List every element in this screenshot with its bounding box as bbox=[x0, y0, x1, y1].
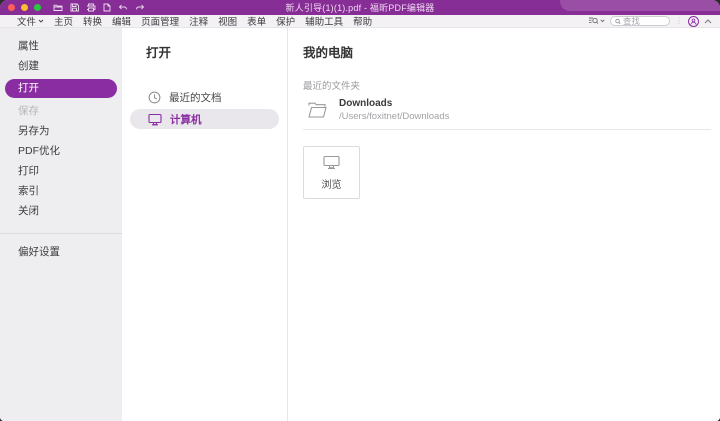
menubar-right-controls: ⋮ bbox=[588, 16, 712, 27]
backstage-view: 属性 创建 打开 保存 另存为 PDF优化 打印 索引 关闭 偏好设置 打开 最… bbox=[0, 28, 720, 421]
new-document-icon[interactable] bbox=[103, 3, 111, 12]
menu-tab-convert[interactable]: 转换 bbox=[79, 14, 106, 28]
menu-tab-help[interactable]: 帮助 bbox=[349, 14, 376, 28]
sidebar-item-print[interactable]: 打印 bbox=[0, 161, 122, 181]
my-computer-title: 我的电脑 bbox=[303, 42, 711, 61]
sidebar-item-open[interactable]: 打开 bbox=[5, 79, 117, 98]
menu-tab-form[interactable]: 表单 bbox=[243, 14, 270, 28]
menu-tab-comment[interactable]: 注释 bbox=[185, 14, 212, 28]
menu-tab-protect[interactable]: 保护 bbox=[272, 14, 299, 28]
my-computer-panel: 我的电脑 最近的文件夹 Downloads /Users/foxitnet/Do… bbox=[288, 28, 720, 421]
browse-button[interactable]: 浏览 bbox=[303, 146, 360, 199]
folder-icon bbox=[307, 101, 328, 119]
browse-label: 浏览 bbox=[322, 176, 342, 191]
sidebar-item-index[interactable]: 索引 bbox=[0, 181, 122, 201]
open-panel-title: 打开 bbox=[122, 42, 287, 61]
account-avatar-icon[interactable] bbox=[688, 16, 699, 27]
find-settings-icon[interactable] bbox=[588, 16, 605, 26]
app-window: 新人引导(1)(1).pdf - 福昕PDF编辑器 文件 主页 转换 编辑 页面… bbox=[0, 0, 720, 421]
menu-tab-edit[interactable]: 编辑 bbox=[108, 14, 135, 28]
sidebar-item-properties[interactable]: 属性 bbox=[0, 36, 122, 56]
menu-tab-home[interactable]: 主页 bbox=[50, 14, 77, 28]
sidebar-item-pdf-optimize[interactable]: PDF优化 bbox=[0, 141, 122, 161]
menu-tab-accessibility-tools[interactable]: 辅助工具 bbox=[301, 14, 347, 28]
menu-tab-file[interactable]: 文件 bbox=[13, 14, 48, 28]
recent-folder-downloads[interactable]: Downloads /Users/foxitnet/Downloads bbox=[303, 92, 711, 130]
file-menu-sidebar: 属性 创建 打开 保存 另存为 PDF优化 打印 索引 关闭 偏好设置 bbox=[0, 28, 122, 421]
sidebar-item-save: 保存 bbox=[0, 101, 122, 121]
sidebar-divider bbox=[0, 233, 122, 234]
folder-name: Downloads bbox=[339, 98, 449, 109]
save-icon[interactable] bbox=[70, 3, 79, 12]
menu-bar: 文件 主页 转换 编辑 页面管理 注释 视图 表单 保护 辅助工具 帮助 ⋮ bbox=[0, 15, 720, 28]
traffic-lights bbox=[8, 4, 41, 11]
menu-tab-page-management[interactable]: 页面管理 bbox=[137, 14, 183, 28]
overflow-dots[interactable]: ⋮ bbox=[675, 17, 683, 25]
undo-icon[interactable] bbox=[118, 4, 128, 12]
chevron-down-icon bbox=[38, 19, 44, 23]
titlebar: 新人引导(1)(1).pdf - 福昕PDF编辑器 bbox=[0, 0, 720, 15]
redo-icon[interactable] bbox=[135, 4, 145, 12]
sidebar-item-save-as[interactable]: 另存为 bbox=[0, 121, 122, 141]
chevron-down-icon bbox=[600, 19, 605, 23]
open-location-list: 最近的文档 计算机 bbox=[122, 87, 287, 129]
search-input[interactable] bbox=[623, 16, 665, 26]
open-item-recent-documents[interactable]: 最近的文档 bbox=[130, 87, 279, 107]
close-window-button[interactable] bbox=[8, 4, 15, 11]
menu-tab-view[interactable]: 视图 bbox=[214, 14, 241, 28]
open-folder-icon[interactable] bbox=[53, 3, 63, 12]
folder-path: /Users/foxitnet/Downloads bbox=[339, 111, 449, 122]
sidebar-item-create[interactable]: 创建 bbox=[0, 56, 122, 76]
clock-icon bbox=[148, 91, 161, 104]
open-item-computer[interactable]: 计算机 bbox=[130, 109, 279, 129]
open-panel: 打开 最近的文档 计算机 bbox=[122, 28, 288, 421]
sidebar-item-preferences[interactable]: 偏好设置 bbox=[0, 242, 122, 262]
zoom-window-button[interactable] bbox=[34, 4, 41, 11]
quick-toolbar bbox=[53, 3, 145, 12]
minimize-window-button[interactable] bbox=[21, 4, 28, 11]
titlebar-corner-highlight bbox=[560, 0, 720, 11]
recent-folders-label: 最近的文件夹 bbox=[303, 78, 711, 92]
search-box[interactable] bbox=[610, 16, 670, 26]
magnifier-icon bbox=[615, 18, 621, 25]
print-icon[interactable] bbox=[86, 3, 96, 12]
sidebar-item-close[interactable]: 关闭 bbox=[0, 201, 122, 221]
computer-icon bbox=[148, 113, 162, 126]
monitor-icon bbox=[323, 155, 340, 170]
collapse-chevron-icon[interactable] bbox=[704, 19, 712, 24]
